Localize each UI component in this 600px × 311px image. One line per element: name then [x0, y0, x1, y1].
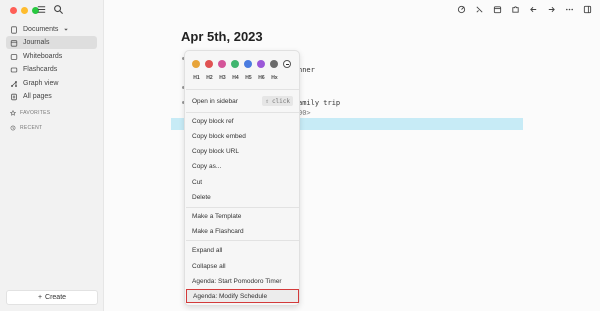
color-swatch-blue[interactable]	[244, 60, 252, 68]
color-swatch-purple[interactable]	[257, 60, 265, 68]
sidebar-item-flashcards[interactable]: Flashcards	[6, 63, 97, 76]
sidebar-item-label: All pages	[23, 93, 52, 100]
copy-block-ref-item[interactable]: Copy block ref	[186, 114, 299, 128]
recent-section[interactable]: RECENT	[10, 125, 42, 131]
agenda-modify-schedule-item[interactable]: Agenda: Modify Schedule	[186, 289, 299, 303]
agenda-pomodoro-item[interactable]: Agenda: Start Pomodoro Timer	[186, 274, 299, 288]
more-icon[interactable]	[565, 5, 574, 14]
chevron-down-icon	[64, 28, 69, 31]
minimize-window-button[interactable]	[21, 7, 28, 14]
menu-divider	[186, 112, 299, 113]
sidebar-item-graph-view[interactable]: Graph view	[6, 77, 97, 90]
close-window-button[interactable]	[10, 7, 17, 14]
expand-all-item[interactable]: Expand all	[186, 243, 299, 257]
color-swatch-pink[interactable]	[218, 60, 226, 68]
sliders-icon[interactable]	[475, 5, 484, 14]
puzzle-icon[interactable]	[511, 5, 520, 14]
top-toolbar	[457, 5, 592, 14]
color-swatch-gray[interactable]	[270, 60, 278, 68]
heading-5-button[interactable]: H5	[244, 75, 253, 81]
shortcut-hint: ⇧ click	[262, 96, 293, 106]
block-text[interactable]: nner	[298, 66, 315, 74]
menu-divider	[186, 89, 299, 90]
block-context-menu: H1 H2 H3 H4 H5 H6 Hx Open in sidebar ⇧ c…	[184, 50, 300, 306]
clear-color-icon[interactable]	[283, 60, 291, 68]
page-title[interactable]: Apr 5th, 2023	[181, 29, 263, 44]
heading-picker: H1 H2 H3 H4 H5 H6 Hx	[192, 75, 279, 81]
graph-icon	[11, 80, 17, 87]
whiteboard-icon	[10, 53, 18, 60]
plus-icon: +	[37, 294, 43, 301]
heading-1-button[interactable]: H1	[192, 75, 201, 81]
sidebar-item-label: Whiteboards	[23, 53, 63, 60]
sidebar-item-label: Documents	[23, 26, 59, 33]
sidebar-item-label: Flashcards	[23, 66, 58, 73]
favorites-section[interactable]: FAVORITES	[10, 110, 50, 116]
sidebar-item-label: Journals	[23, 39, 50, 46]
sidebar-toggle-icon[interactable]	[583, 5, 592, 14]
copy-block-url-item[interactable]: Copy block URL	[186, 144, 299, 158]
heading-auto-button[interactable]: Hx	[270, 75, 279, 81]
clock-icon	[10, 125, 16, 131]
pages-icon	[11, 93, 17, 100]
make-template-item[interactable]: Make a Template	[186, 209, 299, 223]
left-sidebar: Documents Journals Whiteboards Flashcard…	[0, 0, 104, 311]
star-icon	[10, 110, 16, 116]
color-swatch-red[interactable]	[205, 60, 213, 68]
heading-4-button[interactable]: H4	[231, 75, 240, 81]
menu-divider	[186, 240, 299, 241]
sidebar-item-whiteboards[interactable]: Whiteboards	[6, 50, 97, 63]
sidebar-item-all-pages[interactable]: All pages	[6, 90, 97, 103]
sidebar-item-journals[interactable]: Journals	[6, 36, 97, 49]
calendar-icon[interactable]	[493, 5, 502, 14]
search-icon[interactable]	[53, 4, 64, 15]
delete-item[interactable]: Delete	[186, 190, 299, 204]
color-swatch-green[interactable]	[231, 60, 239, 68]
shift-key-icon: ⇧	[265, 97, 269, 105]
calendar-icon	[10, 39, 18, 47]
document-icon	[11, 25, 17, 34]
menu-icon[interactable]	[36, 4, 47, 15]
color-picker	[192, 60, 291, 68]
menu-divider	[186, 207, 299, 208]
sidebar-item-documents[interactable]: Documents	[6, 23, 97, 36]
heading-3-button[interactable]: H3	[218, 75, 227, 81]
heading-2-button[interactable]: H2	[205, 75, 214, 81]
copy-block-embed-item[interactable]: Copy block embed	[186, 129, 299, 143]
arrow-left-icon[interactable]	[529, 5, 538, 14]
create-button[interactable]: + Create	[6, 290, 98, 305]
window-controls	[10, 7, 39, 14]
brush-icon[interactable]	[457, 5, 466, 14]
make-flashcard-item[interactable]: Make a Flashcard	[186, 224, 299, 238]
collapse-all-item[interactable]: Collapse all	[186, 259, 299, 273]
open-in-sidebar-item[interactable]: Open in sidebar ⇧ click	[186, 94, 299, 108]
arrow-right-icon[interactable]	[547, 5, 556, 14]
heading-6-button[interactable]: H6	[257, 75, 266, 81]
flashcard-icon	[10, 67, 18, 72]
sidebar-item-label: Graph view	[23, 80, 59, 87]
copy-as-item[interactable]: Copy as...	[186, 159, 299, 173]
cut-item[interactable]: Cut	[186, 175, 299, 189]
block-text[interactable]: amily trip	[298, 99, 340, 107]
color-swatch-yellow[interactable]	[192, 60, 200, 68]
